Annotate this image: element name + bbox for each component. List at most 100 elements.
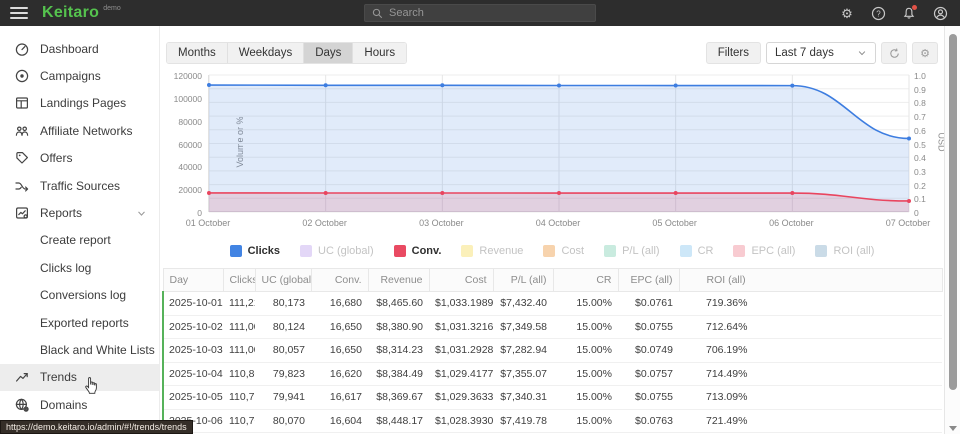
scrollbar-thumb[interactable] (949, 34, 957, 390)
cell-revenue: $8,369.67 (368, 386, 429, 410)
sidebar-item-domains[interactable]: Domains (0, 391, 159, 418)
y-right-tick: 0.4 (914, 153, 926, 163)
sidebar-subitem-label: Clicks log (40, 261, 91, 275)
legend-item-clicks[interactable]: Clicks (230, 245, 280, 257)
x-axis-tick: 01 October (186, 218, 231, 228)
tab-hours[interactable]: Hours (353, 43, 406, 63)
conv-data-point (207, 191, 211, 195)
legend-chip (394, 245, 406, 257)
cell-conv: 16,650 (311, 315, 368, 339)
scrollbar-down-arrow[interactable] (949, 426, 957, 431)
cell-roi-all: 713.09% (679, 386, 942, 410)
legend-item-p-l-all[interactable]: P/L (all) (604, 245, 660, 257)
conv-data-point (907, 199, 911, 203)
cell-cost: $1,031.3216 (429, 315, 493, 339)
legend-item-roi-all[interactable]: ROI (all) (815, 245, 874, 257)
y-right-tick: 0.8 (914, 98, 926, 108)
cell-clicks: 111,21 (223, 292, 255, 316)
offers-icon (14, 150, 30, 166)
cell-clicks: 111,00 (223, 315, 255, 339)
sidebar-item-create-report[interactable]: Create report (0, 227, 159, 254)
chart-settings-button[interactable]: ⚙ (912, 42, 938, 64)
sidebar-item-affiliate-networks[interactable]: Affiliate Networks (0, 117, 159, 144)
column-header-cost[interactable]: Cost (429, 269, 493, 292)
sidebar-item-traffic-sources[interactable]: Traffic Sources (0, 172, 159, 199)
table-row: 2025-10-02111,0080,12416,650$8,380.90$1,… (163, 315, 942, 339)
cell-clicks: 111,00 (223, 339, 255, 363)
keitaro-logo[interactable]: Keitaro (42, 4, 99, 22)
legend-label: ROI (all) (833, 245, 874, 257)
sidebar-item-black-and-white-lists[interactable]: Black and White Lists (0, 336, 159, 363)
sidebar-item-offers[interactable]: Offers (0, 145, 159, 172)
clicks-data-point (440, 83, 444, 87)
legend-label: EPC (all) (751, 245, 795, 257)
status-url: https://demo.keitaro.io/admin/#!/trends/… (0, 420, 193, 434)
landings-icon (14, 95, 30, 111)
sidebar-nav: DashboardCampaignsLandings PagesAffiliat… (0, 35, 159, 418)
search-input[interactable]: Search (364, 4, 596, 22)
tab-months[interactable]: Months (167, 43, 228, 63)
refresh-button[interactable] (881, 42, 907, 64)
chart-svg (209, 75, 909, 212)
cell-epc-all: $0.0755 (618, 386, 679, 410)
legend-item-cost[interactable]: Cost (543, 245, 584, 257)
help-icon[interactable]: ? (870, 5, 886, 21)
legend-item-conv[interactable]: Conv. (394, 245, 442, 257)
legend-item-cr[interactable]: CR (680, 245, 714, 257)
tab-days[interactable]: Days (304, 43, 353, 63)
cell-clicks: 110,70 (223, 409, 255, 433)
column-header-epc-all[interactable]: EPC (all) (618, 269, 679, 292)
legend-item-uc-global[interactable]: UC (global) (300, 245, 374, 257)
y-left-tick: 20000 (178, 185, 202, 195)
cell-day: 2025-10-05 (163, 386, 223, 410)
sidebar-item-campaigns[interactable]: Campaigns (0, 62, 159, 89)
cell-epc-all: $0.0757 (618, 362, 679, 386)
table-row: 2025-10-06110,7080,07016,604$8,448.17$1,… (163, 409, 942, 433)
column-header-uc-global[interactable]: UC (global) (255, 269, 311, 292)
sidebar-item-conversions-log[interactable]: Conversions log (0, 282, 159, 309)
account-icon[interactable] (932, 5, 948, 21)
conv-data-point (440, 191, 444, 195)
chart-legend: Clicks UC (global) Conv. Revenue Cost P/L (al… (160, 245, 944, 257)
legend-item-revenue[interactable]: Revenue (461, 245, 523, 257)
cell-day: 2025-10-02 (163, 315, 223, 339)
menu-icon[interactable] (10, 7, 28, 19)
sidebar-item-label: Domains (40, 398, 87, 412)
cell-cr: 15.00% (553, 386, 618, 410)
column-header-day[interactable]: Day (163, 269, 223, 292)
cell-roi-all: 721.49% (679, 409, 942, 433)
affiliate-icon (14, 123, 30, 139)
chevron-down-icon (136, 208, 147, 219)
cell-epc-all: $0.0763 (618, 409, 679, 433)
notifications-icon[interactable] (901, 5, 917, 21)
filters-button[interactable]: Filters (706, 42, 761, 64)
legend-label: Clicks (248, 245, 280, 257)
sidebar-item-landings-pages[interactable]: Landings Pages (0, 90, 159, 117)
y-left-tick: 100000 (174, 94, 202, 104)
legend-chip (680, 245, 692, 257)
sidebar-item-trends[interactable]: Trends (0, 364, 159, 391)
sidebar-item-reports[interactable]: Reports (0, 199, 159, 226)
svg-text:?: ? (876, 9, 881, 18)
search-placeholder: Search (389, 7, 424, 19)
sidebar-item-clicks-log[interactable]: Clicks log (0, 254, 159, 281)
cell-cr: 15.00% (553, 339, 618, 363)
scrollbar-track[interactable] (944, 26, 960, 434)
settings-icon[interactable]: ⚙ (839, 5, 855, 21)
legend-item-epc-all[interactable]: EPC (all) (733, 245, 795, 257)
sidebar-item-dashboard[interactable]: Dashboard (0, 35, 159, 62)
cell-uc-global: 80,070 (255, 409, 311, 433)
legend-chip (815, 245, 827, 257)
sidebar-item-exported-reports[interactable]: Exported reports (0, 309, 159, 336)
column-header-clicks[interactable]: Clicks (223, 269, 255, 292)
column-header-conv[interactable]: Conv. (311, 269, 368, 292)
column-header-cr[interactable]: CR (553, 269, 618, 292)
traffic-icon (14, 178, 30, 194)
tab-weekdays[interactable]: Weekdays (228, 43, 304, 63)
cell-epc-all: $0.0761 (618, 292, 679, 316)
column-header-revenue[interactable]: Revenue (368, 269, 429, 292)
y-right-tick: 0.6 (914, 126, 926, 136)
column-header-p-l-all[interactable]: P/L (all) (493, 269, 553, 292)
date-range-select[interactable]: Last 7 days (766, 42, 876, 64)
column-header-roi-all[interactable]: ROI (all) (679, 269, 942, 292)
